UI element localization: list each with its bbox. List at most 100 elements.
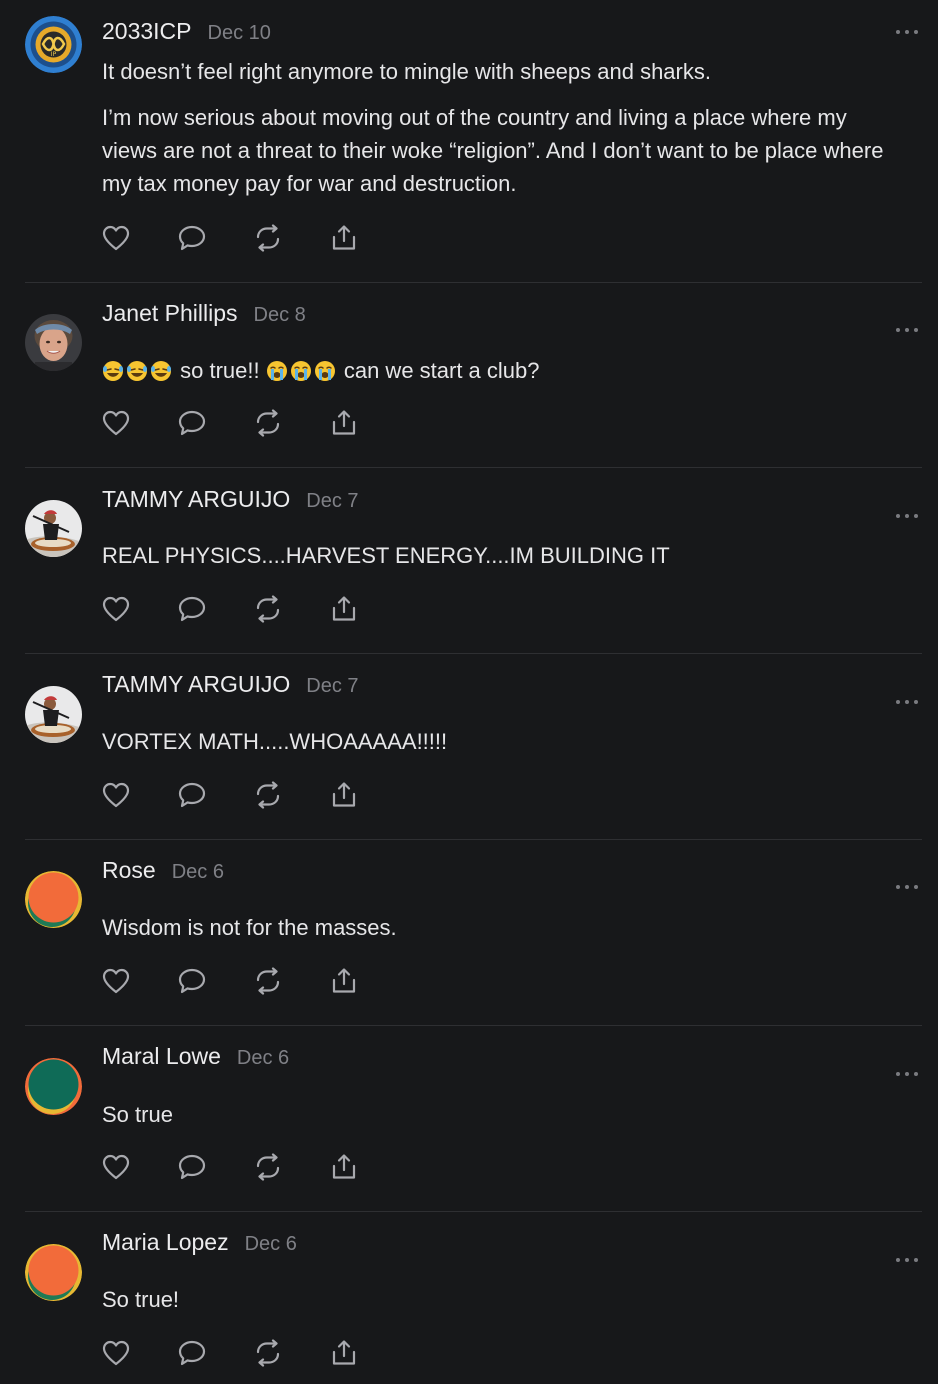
avatar-maral-default [25,1058,82,1115]
more-options-icon[interactable] [896,325,918,335]
like-button[interactable] [101,408,131,438]
comment-text: REAL PHYSICS....HARVEST ENERGY....IM BUI… [102,543,670,568]
comment-header: Maria Lopez Dec 6 [102,1229,297,1256]
like-button[interactable] [101,223,131,253]
reply-button[interactable] [177,408,207,438]
reply-button[interactable] [177,1338,207,1368]
comment-paragraph: I’m now serious about moving out of the … [102,105,884,196]
like-button[interactable] [101,780,131,810]
comment-text: So true [102,1102,173,1127]
more-options-icon[interactable] [896,882,918,892]
comment-bubble-icon [178,1154,206,1180]
comment-date: Dec 7 [306,490,359,512]
repost-button[interactable] [253,223,283,253]
heart-icon [102,1340,130,1366]
reply-button[interactable] [177,594,207,624]
comment-feed: IP 2033ICP Dec 10 It doesn’t feel right … [0,0,938,1384]
repost-button[interactable] [253,780,283,810]
avatar[interactable] [25,500,82,557]
comment-item: TAMMY ARGUIJO Dec 7 VORTEX MATH.....WHOA… [0,654,938,840]
comment-bubble-icon [178,782,206,808]
reply-button[interactable] [177,223,207,253]
repost-button[interactable] [253,1152,283,1182]
comment-date: Dec 10 [207,22,271,44]
comment-header: Rose Dec 6 [102,857,224,884]
comment-text: so true!! can we start a club? [102,354,902,387]
avatar-tammy-photo [25,500,82,557]
comment-bubble-icon [178,410,206,436]
heart-icon [102,968,130,994]
avatar[interactable]: IP [25,16,82,73]
repost-button[interactable] [253,1338,283,1368]
comment-header: Maral Lowe Dec 6 [102,1043,289,1070]
comment-paragraph: It doesn’t feel right anymore to mingle … [102,59,711,84]
reply-button[interactable] [177,1152,207,1182]
share-upload-icon [332,1340,356,1365]
comment-header: TAMMY ARGUIJO Dec 7 [102,486,359,513]
more-options-icon[interactable] [896,511,918,521]
avatar-janet-photo [25,314,82,371]
reply-button[interactable] [177,780,207,810]
author-name[interactable]: Rose [102,857,156,884]
avatar[interactable] [25,1058,82,1115]
repost-button[interactable] [253,966,283,996]
avatar-2033icp-image: IP [25,16,82,73]
repost-button[interactable] [253,594,283,624]
heart-icon [102,596,130,622]
author-name[interactable]: 2033ICP [102,18,192,45]
comment-header: TAMMY ARGUIJO Dec 7 [102,671,359,698]
heart-icon [102,410,130,436]
more-options-icon[interactable] [896,1069,918,1079]
share-upload-icon [332,1154,356,1179]
share-button[interactable] [329,223,359,253]
share-button[interactable] [329,1152,359,1182]
author-name[interactable]: Maral Lowe [102,1043,221,1070]
reply-button[interactable] [177,966,207,996]
comment-header: 2033ICP Dec 10 [102,18,271,45]
share-button[interactable] [329,780,359,810]
comment-text: It doesn’t feel right anymore to mingle … [102,55,902,213]
repost-arrows-icon [256,1339,280,1367]
author-name[interactable]: TAMMY ARGUIJO [102,671,290,698]
like-button[interactable] [101,1338,131,1368]
share-button[interactable] [329,594,359,624]
avatar[interactable] [25,871,82,928]
author-name[interactable]: Maria Lopez [102,1229,229,1256]
share-upload-icon [332,410,356,435]
avatar-rose-default [25,871,82,928]
comment-header: Janet Phillips Dec 8 [102,300,306,327]
comment-text: So true! [102,1287,180,1312]
share-button[interactable] [329,966,359,996]
comment-actions [101,780,405,810]
like-button[interactable] [101,966,131,996]
comment-date: Dec 6 [171,861,224,883]
more-options-icon[interactable] [896,1255,918,1265]
comment-item: Rose Dec 6 Wisdom is not for the masses. [0,840,938,1026]
author-name[interactable]: TAMMY ARGUIJO [102,486,290,513]
comment-text: Wisdom is not for the masses. [102,915,397,940]
comment-bubble-icon [178,225,206,251]
share-upload-icon [332,225,356,250]
avatar[interactable] [25,686,82,743]
comment-item: Maral Lowe Dec 6 So true [0,1026,938,1212]
avatar[interactable] [25,314,82,371]
share-button[interactable] [329,408,359,438]
comment-actions [101,594,405,624]
laughing-emoji-icon [102,358,180,383]
like-button[interactable] [101,1152,131,1182]
comment-item: TAMMY ARGUIJO Dec 7 REAL PHYSICS....HARV… [0,468,938,654]
repost-button[interactable] [253,408,283,438]
avatar[interactable] [25,1244,82,1301]
svg-text:IP: IP [51,51,57,58]
share-button[interactable] [329,1338,359,1368]
more-options-icon[interactable] [896,697,918,707]
author-name[interactable]: Janet Phillips [102,300,238,327]
share-upload-icon [332,782,356,807]
repost-arrows-icon [256,595,280,623]
comment-actions [101,1152,405,1182]
like-button[interactable] [101,594,131,624]
repost-arrows-icon [256,781,280,809]
more-options-icon[interactable] [896,27,918,37]
avatar-tammy-photo [25,686,82,743]
comment-item: Maria Lopez Dec 6 So true! [0,1212,938,1384]
